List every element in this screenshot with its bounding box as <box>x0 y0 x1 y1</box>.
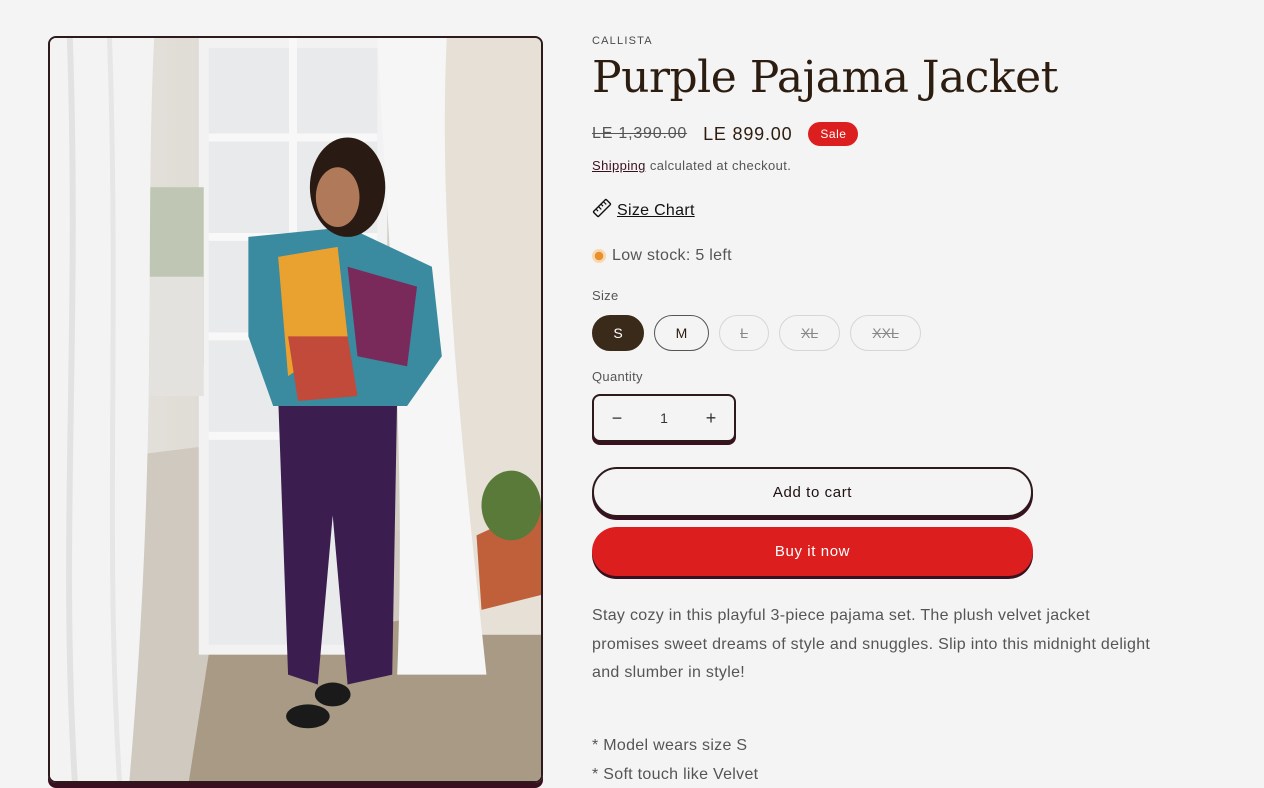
size-option-xl[interactable]: XL <box>779 315 840 351</box>
product-title: Purple Pajama Jacket <box>592 52 1058 103</box>
shipping-note: Shipping calculated at checkout. <box>592 158 791 173</box>
size-option-label: M <box>675 325 688 341</box>
product-image[interactable] <box>48 36 543 783</box>
size-option-label: XL <box>800 325 819 341</box>
size-option-m[interactable]: M <box>654 315 709 351</box>
product-description: Stay cozy in this playful 3-piece pajama… <box>592 607 1151 681</box>
size-chart-label: Size Chart <box>617 201 695 219</box>
sale-price: LE 899.00 <box>703 123 793 144</box>
size-option-label: XXL <box>872 325 899 341</box>
sale-badge: Sale <box>808 122 859 146</box>
shipping-text: calculated at checkout. <box>645 158 792 173</box>
vendor-name: CALLISTA <box>592 35 653 47</box>
size-option-xxl[interactable]: XXL <box>850 315 921 351</box>
stock-dot-icon <box>592 249 606 263</box>
size-option-label: L <box>740 325 748 341</box>
size-option-label: S <box>613 325 623 341</box>
stock-text: Low stock: 5 left <box>612 247 732 264</box>
price-row: LE 1,390.00 LE 899.00 Sale <box>592 122 859 146</box>
size-label: Size <box>592 288 619 303</box>
increase-quantity-button[interactable]: + <box>688 408 734 429</box>
feature-item: * Soft touch like Velvet <box>592 766 759 783</box>
product-features: * Model wears size S * Soft touch like V… <box>592 731 758 788</box>
size-option-s[interactable]: S <box>592 315 644 351</box>
regular-price: LE 1,390.00 <box>592 125 688 142</box>
decrease-quantity-button[interactable]: − <box>594 408 640 429</box>
quantity-input[interactable]: 1 <box>660 410 668 426</box>
add-to-cart-button[interactable]: Add to cart <box>592 467 1033 517</box>
size-chart-link[interactable]: Size Chart <box>592 198 695 223</box>
ruler-icon <box>592 198 612 223</box>
buy-now-button[interactable]: Buy it now <box>592 527 1033 576</box>
feature-item: * Model wears size S <box>592 737 748 754</box>
quantity-label: Quantity <box>592 369 643 384</box>
quantity-stepper: − 1 + <box>592 394 736 442</box>
size-option-l[interactable]: L <box>719 315 769 351</box>
size-options: S M L XL XXL <box>592 315 921 351</box>
product-photo <box>50 38 541 781</box>
shipping-link[interactable]: Shipping <box>592 158 646 173</box>
stock-indicator: Low stock: 5 left <box>592 247 732 265</box>
